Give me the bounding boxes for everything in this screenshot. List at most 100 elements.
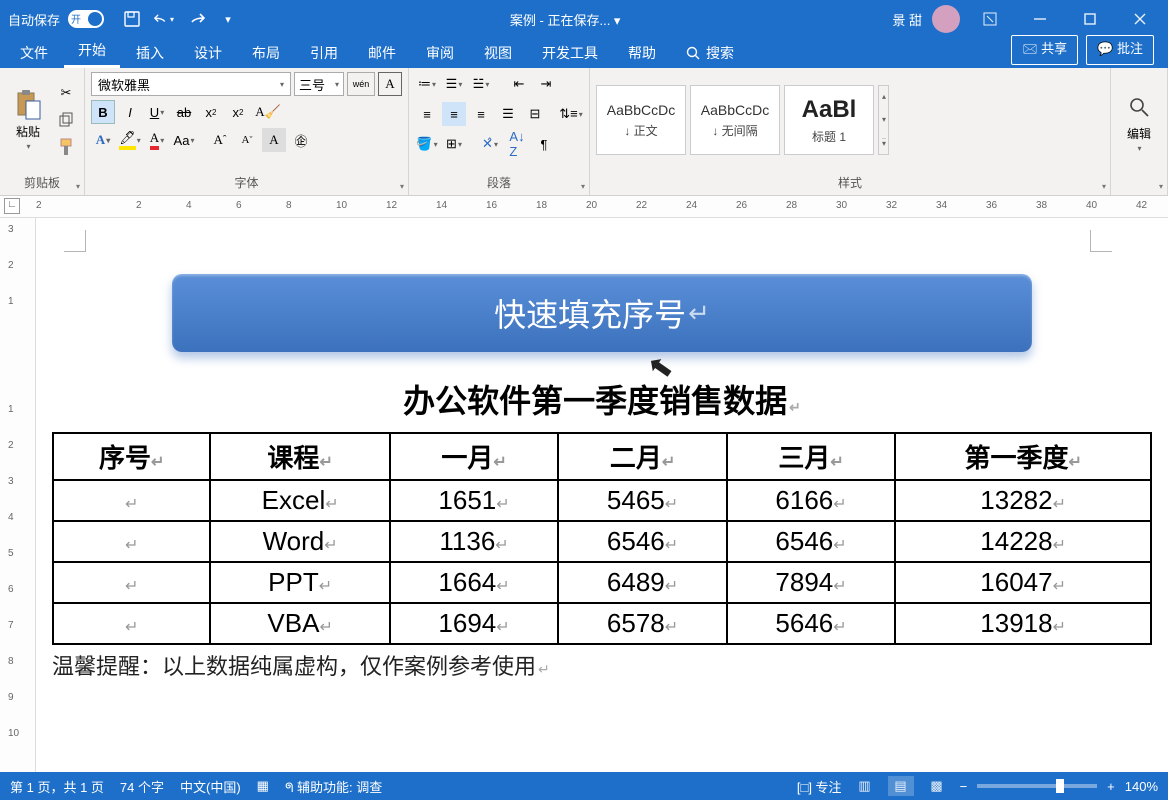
focus-mode[interactable]: [□] 专注 (797, 777, 842, 796)
table-cell[interactable]: 13282↵ (895, 480, 1151, 521)
ribbon-options-icon[interactable] (970, 0, 1010, 38)
table-header-cell[interactable]: 序号↵ (53, 433, 210, 480)
style-normal[interactable]: AaBbCcDc↓ 正文 (596, 85, 686, 155)
copy-icon[interactable] (54, 108, 78, 132)
underline-icon[interactable]: U▾ (145, 100, 169, 124)
zoom-slider[interactable] (977, 784, 1097, 788)
borders-icon[interactable]: ⊞▾ (442, 132, 466, 156)
table-cell[interactable]: PPT↵ (210, 562, 389, 603)
tab-design[interactable]: 设计 (180, 38, 236, 68)
minimize-icon[interactable] (1020, 0, 1060, 38)
table-cell[interactable]: 6489↵ (558, 562, 727, 603)
char-shading-icon[interactable]: A (262, 128, 286, 152)
align-left-icon[interactable]: ≡ (415, 102, 439, 126)
enclose-char-icon[interactable]: ㊭ (289, 128, 313, 152)
show-marks-icon[interactable]: ¶ (532, 132, 556, 156)
table-header-cell[interactable]: 第一季度↵ (895, 433, 1151, 480)
language-status[interactable]: 中文(中国) (180, 777, 241, 796)
autosave-toggle[interactable]: 自动保存 开 (0, 10, 112, 29)
banner-shape[interactable]: 快速填充序号↵ (172, 274, 1032, 352)
ruler-vertical[interactable]: 32112345678910 (0, 218, 36, 772)
table-cell[interactable]: ↵ (53, 480, 210, 521)
table-cell[interactable]: 14228↵ (895, 521, 1151, 562)
font-color-icon[interactable]: A▾ (145, 128, 169, 152)
table-cell[interactable]: 5646↵ (727, 603, 896, 644)
superscript-icon[interactable]: x2 (226, 100, 250, 124)
increase-indent-icon[interactable]: ⇥ (534, 72, 558, 96)
note-text[interactable]: 温馨提醒：以上数据纯属虚构，仅作案例参考使用↵ (52, 649, 1152, 681)
numbering-icon[interactable]: ☰▾ (442, 72, 466, 96)
table-cell[interactable]: 5465↵ (558, 480, 727, 521)
table-cell[interactable]: ↵ (53, 521, 210, 562)
print-layout-icon[interactable]: ▤ (888, 776, 914, 796)
qat-customize-icon[interactable]: ▾ (218, 9, 238, 29)
table-cell[interactable]: ↵ (53, 603, 210, 644)
clear-format-icon[interactable]: A🧹 (253, 100, 283, 124)
table-cell[interactable]: VBA↵ (210, 603, 389, 644)
table-cell[interactable]: 1651↵ (390, 480, 559, 521)
format-painter-icon[interactable] (54, 135, 78, 159)
username[interactable]: 景 甜 (892, 10, 922, 29)
style-nospacing[interactable]: AaBbCcDc↓ 无间隔 (690, 85, 780, 155)
web-layout-icon[interactable]: ▩ (924, 776, 950, 796)
page[interactable]: 快速填充序号↵ ⬉ 办公软件第一季度销售数据↵ 序号↵课程↵一月↵二月↵三月↵第… (36, 218, 1168, 772)
save-icon[interactable] (122, 9, 142, 29)
font-name-combo[interactable]: 微软雅黑▾ (91, 72, 291, 96)
styles-scroll[interactable]: ▴▾▾ (878, 85, 889, 155)
search-tab[interactable]: 搜索 (672, 38, 748, 68)
bullets-icon[interactable]: ≔▾ (415, 72, 439, 96)
table-header-cell[interactable]: 三月↵ (727, 433, 896, 480)
table-cell[interactable]: 6578↵ (558, 603, 727, 644)
avatar[interactable] (932, 5, 960, 33)
ruler-horizontal[interactable]: ∟ 22468101214161820222426283032343638404… (0, 196, 1168, 218)
strikethrough-icon[interactable]: ab (172, 100, 196, 124)
tab-review[interactable]: 审阅 (412, 38, 468, 68)
line-spacing-icon[interactable]: ⇅≡▾ (559, 102, 583, 126)
macro-icon[interactable]: ▦ (257, 778, 269, 794)
style-heading1[interactable]: AaBl标题 1 (784, 85, 874, 155)
table-cell[interactable]: 6166↵ (727, 480, 896, 521)
accessibility-status[interactable]: ᖗ 辅助功能: 调查 (285, 777, 382, 796)
read-mode-icon[interactable]: ▥ (852, 776, 878, 796)
shrink-font-icon[interactable]: Aˇ (235, 128, 259, 152)
toggle-switch[interactable]: 开 (68, 10, 104, 28)
table-cell[interactable]: Word↵ (210, 521, 389, 562)
undo-icon[interactable]: ▾ (154, 9, 174, 29)
tab-insert[interactable]: 插入 (122, 38, 178, 68)
asian-layout-icon[interactable]: ✕̂▾ (478, 132, 502, 156)
page-count[interactable]: 第 1 页，共 1 页 (10, 777, 104, 796)
table-cell[interactable]: 16047↵ (895, 562, 1151, 603)
maximize-icon[interactable] (1070, 0, 1110, 38)
cut-icon[interactable]: ✂ (54, 81, 78, 105)
editing-button[interactable]: 编辑▾ (1117, 72, 1161, 171)
paste-button[interactable]: 粘贴▾ (6, 72, 50, 168)
zoom-in-icon[interactable]: + (1107, 779, 1115, 794)
table-header-cell[interactable]: 课程↵ (210, 433, 389, 480)
close-icon[interactable] (1120, 0, 1160, 38)
phonetic-guide-icon[interactable]: wén (347, 72, 375, 96)
tab-references[interactable]: 引用 (296, 38, 352, 68)
redo-icon[interactable] (186, 9, 206, 29)
highlight-icon[interactable]: 🖊▾ (118, 128, 142, 152)
sort-icon[interactable]: A↓Z (505, 132, 529, 156)
tab-mailings[interactable]: 邮件 (354, 38, 410, 68)
align-center-icon[interactable]: ≡ (442, 102, 466, 126)
subscript-icon[interactable]: x2 (199, 100, 223, 124)
tab-help[interactable]: 帮助 (614, 38, 670, 68)
tab-home[interactable]: 开始 (64, 35, 120, 68)
tab-view[interactable]: 视图 (470, 38, 526, 68)
distributed-icon[interactable]: ⊟ (523, 102, 547, 126)
table-header-cell[interactable]: 一月↵ (390, 433, 559, 480)
font-size-combo[interactable]: 三号▾ (294, 72, 344, 96)
table-cell[interactable]: 1664↵ (390, 562, 559, 603)
table-cell[interactable]: 1136↵ (390, 521, 559, 562)
table-cell[interactable]: 1694↵ (390, 603, 559, 644)
table-cell[interactable]: Excel↵ (210, 480, 389, 521)
zoom-out-icon[interactable]: − (960, 779, 968, 794)
share-button[interactable]: 🖂 共享 (1011, 35, 1078, 65)
bold-icon[interactable]: B (91, 100, 115, 124)
data-table[interactable]: 序号↵课程↵一月↵二月↵三月↵第一季度↵ ↵Excel↵1651↵5465↵61… (52, 432, 1152, 645)
tab-file[interactable]: 文件 (6, 38, 62, 68)
text-effects-icon[interactable]: A▾ (91, 128, 115, 152)
table-cell[interactable]: 6546↵ (558, 521, 727, 562)
